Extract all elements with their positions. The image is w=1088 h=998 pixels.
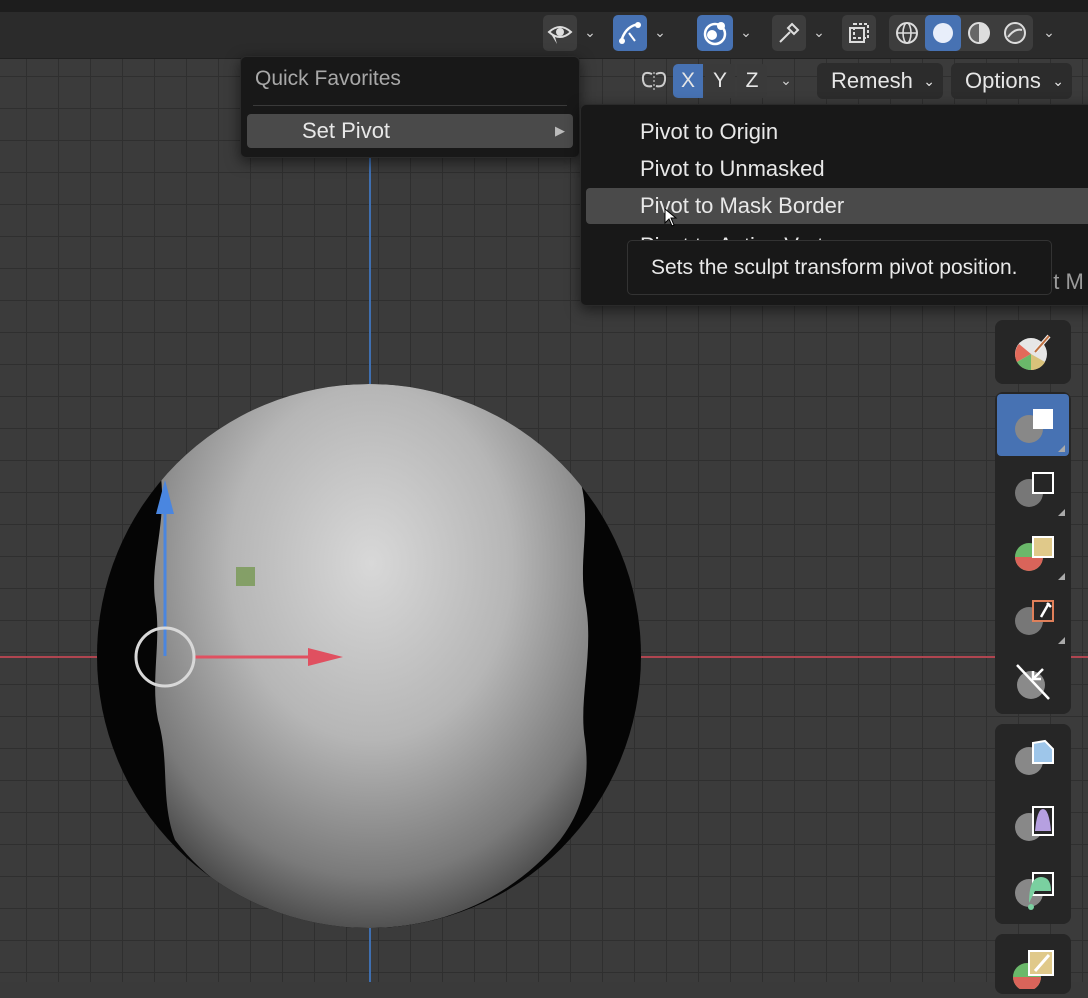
pivot-to-mask-border-item[interactable]: Pivot to Mask Border <box>586 188 1088 224</box>
pivot-marker[interactable] <box>236 567 255 586</box>
chevron-down-icon[interactable]: ⌄ <box>647 15 673 51</box>
box-face-set-icon[interactable] <box>997 522 1069 584</box>
xray-group[interactable] <box>842 15 876 51</box>
snap-group[interactable]: ⌄ <box>613 15 673 51</box>
options-label: Options <box>965 68 1041 93</box>
chevron-down-icon: ⌄ <box>1052 72 1064 89</box>
overlay-icon[interactable] <box>697 15 733 51</box>
visibility-group[interactable]: ⌄ <box>543 15 603 51</box>
edit-face-set-icon[interactable] <box>997 936 1069 998</box>
overlay-group[interactable]: ⌄ <box>697 15 759 51</box>
eye-icon[interactable] <box>543 15 577 51</box>
remesh-label: Remesh <box>831 68 913 93</box>
symmetry-z-toggle[interactable]: Z <box>737 64 767 98</box>
pivot-to-unmasked-item[interactable]: Pivot to Unmasked <box>640 152 825 186</box>
toolbar-group-filters <box>995 724 1071 924</box>
color-filter-icon[interactable] <box>997 858 1069 920</box>
butterfly-icon[interactable] <box>637 64 671 98</box>
xray-icon[interactable] <box>842 15 876 51</box>
header-top-strip <box>0 0 1088 12</box>
line-project-icon[interactable] <box>997 650 1069 712</box>
chevron-down-icon[interactable]: ⌄ <box>577 15 603 51</box>
mouse-cursor-icon <box>664 208 678 227</box>
draw-brush-icon[interactable] <box>997 321 1069 383</box>
box-trim-icon[interactable] <box>997 586 1069 648</box>
set-pivot-label: Set Pivot <box>302 118 391 143</box>
shading-options-group[interactable]: ⌄ <box>1036 15 1062 51</box>
curve-snap-icon[interactable] <box>613 15 647 51</box>
subtool-indicator-icon <box>1058 509 1065 516</box>
cloth-filter-icon[interactable] <box>997 792 1069 854</box>
eyedropper-icon[interactable] <box>772 15 806 51</box>
material-icon[interactable] <box>961 15 997 51</box>
box-mask-icon[interactable] <box>997 394 1069 456</box>
toolbar-group-draw <box>995 320 1071 384</box>
chevron-down-icon[interactable]: ⌄ <box>733 15 759 51</box>
quick-favorites-menu: Quick Favorites Set Pivot ▶ <box>240 56 580 158</box>
menu-title: Quick Favorites <box>255 67 401 90</box>
set-pivot-menu-item[interactable]: Set Pivot ▶ <box>247 114 573 148</box>
mesh-filter-icon[interactable] <box>997 726 1069 788</box>
submenu-arrow-icon: ▶ <box>555 123 565 138</box>
rendered-icon[interactable] <box>997 15 1033 51</box>
chevron-down-icon[interactable]: ⌄ <box>1036 15 1062 51</box>
toolbar-group-face-sets <box>995 934 1071 994</box>
tooltip-text: Sets the sculpt transform pivot position… <box>651 255 1018 279</box>
box-hide-icon[interactable] <box>997 458 1069 520</box>
chevron-down-icon: ⌄ <box>923 72 935 89</box>
remesh-dropdown[interactable]: Remesh ⌄ <box>817 63 943 99</box>
toolbar-group-masking <box>995 392 1071 714</box>
wireframe-icon[interactable] <box>889 15 925 51</box>
gizmo-group[interactable]: ⌄ <box>772 15 832 51</box>
symmetry-x-toggle[interactable]: X <box>673 64 703 98</box>
subtool-indicator-icon <box>1058 445 1065 452</box>
pivot-to-origin-item[interactable]: Pivot to Origin <box>640 115 778 149</box>
tooltip: Sets the sculpt transform pivot position… <box>627 240 1052 295</box>
options-dropdown[interactable]: Options ⌄ <box>951 63 1072 99</box>
menu-separator <box>253 105 567 106</box>
chevron-down-icon[interactable]: ⌄ <box>806 15 832 51</box>
subtool-indicator-icon <box>1058 637 1065 644</box>
symmetry-y-toggle[interactable]: Y <box>705 64 735 98</box>
shading-mode-group[interactable] <box>889 15 1033 51</box>
chevron-down-icon[interactable]: ⌄ <box>773 64 799 98</box>
subtool-indicator-icon <box>1058 573 1065 580</box>
solid-icon[interactable] <box>925 15 961 51</box>
